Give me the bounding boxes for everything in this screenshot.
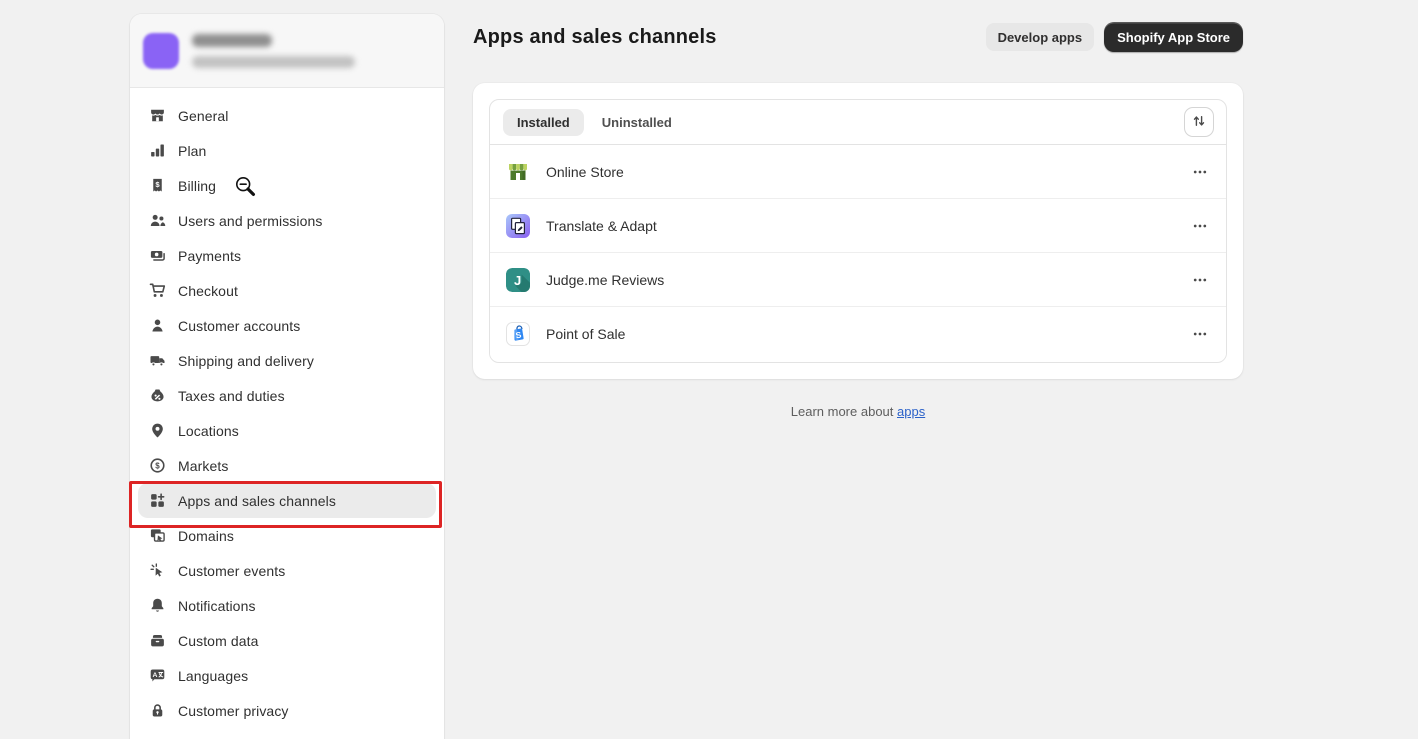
sort-button[interactable] [1184,107,1214,137]
develop-apps-button[interactable]: Develop apps [986,23,1095,51]
store-meta [192,34,355,68]
shipping-truck-icon [149,352,166,369]
app-menu-button[interactable] [1190,268,1210,292]
learn-more-label: Learn more about [791,404,894,419]
sidebar-item-checkout[interactable]: Checkout [138,273,436,308]
learn-more-text: Learn more about apps [473,404,1243,419]
store-name-redacted [192,34,272,47]
sidebar-item-languages[interactable]: A Languages [138,658,436,693]
point-of-sale-icon: S [506,322,530,346]
app-row-online-store: Online Store [490,145,1226,199]
svg-text:$: $ [155,461,160,470]
sidebar-item-apps-and-sales-channels[interactable]: Apps and sales channels [138,483,436,518]
taxes-percent-icon [149,387,166,404]
sidebar-item-domains[interactable]: Domains [138,518,436,553]
location-pin-icon [149,422,166,439]
sidebar-item-users-and-permissions[interactable]: Users and permissions [138,203,436,238]
apps-list: Online Store Translate & Adapt J Ju [490,145,1226,361]
customer-person-icon [149,317,166,334]
app-menu-button[interactable] [1190,214,1210,238]
payments-card-icon [149,247,166,264]
header-actions: Develop apps Shopify App Store [986,22,1243,52]
tab-uninstalled[interactable]: Uninstalled [588,109,686,136]
app-row-judge-me-reviews: J Judge.me Reviews [490,253,1226,307]
sidebar-item-billing[interactable]: $ Billing [138,168,436,203]
sidebar-item-custom-data[interactable]: Custom data [138,623,436,658]
sidebar-item-shipping-and-delivery[interactable]: Shipping and delivery [138,343,436,378]
tabs-row: Installed Uninstalled [490,100,1226,145]
privacy-lock-icon [149,702,166,719]
translate-adapt-icon [506,214,530,238]
notification-bell-icon [149,597,166,614]
plan-chart-icon [149,142,166,159]
sidebar-item-payments[interactable]: Payments [138,238,436,273]
apps-grid-icon [149,492,166,509]
apps-card: Installed Uninstalled Online Store [473,83,1243,379]
app-row-point-of-sale: S Point of Sale [490,307,1226,361]
online-store-icon [506,160,530,184]
sidebar-item-plan[interactable]: Plan [138,133,436,168]
shopify-settings-page: General Plan $ Billing Users and permiss… [0,0,1418,739]
sidebar-item-notifications[interactable]: Notifications [138,588,436,623]
svg-text:A: A [152,672,157,679]
store-avatar [143,33,179,69]
checkout-cart-icon [149,282,166,299]
app-row-translate-adapt: Translate & Adapt [490,199,1226,253]
sidebar-item-taxes-and-duties[interactable]: Taxes and duties [138,378,436,413]
store-header[interactable] [130,14,444,88]
markets-globe-icon: $ [149,457,166,474]
main-header: Apps and sales channels Develop apps Sho… [473,22,1243,52]
sidebar-item-customer-accounts[interactable]: Customer accounts [138,308,436,343]
sort-arrows-icon [1191,113,1207,132]
store-icon [149,107,166,124]
languages-translate-icon: A [149,667,166,684]
settings-nav: General Plan $ Billing Users and permiss… [130,88,444,738]
svg-text:J: J [514,273,521,288]
page-title: Apps and sales channels [473,26,717,49]
cursor-events-icon [149,562,166,579]
domains-window-icon [149,527,166,544]
apps-link[interactable]: apps [897,404,925,419]
users-icon [149,212,166,229]
sidebar-item-markets[interactable]: $ Markets [138,448,436,483]
sidebar-item-locations[interactable]: Locations [138,413,436,448]
judgeme-icon: J [506,268,530,292]
custom-data-box-icon [149,632,166,649]
sidebar-item-customer-events[interactable]: Customer events [138,553,436,588]
tab-installed[interactable]: Installed [503,109,584,136]
app-menu-button[interactable] [1190,322,1210,346]
sidebar-item-general[interactable]: General [138,98,436,133]
billing-receipt-icon: $ [149,177,166,194]
shopify-app-store-button[interactable]: Shopify App Store [1104,22,1243,52]
sidebar-item-customer-privacy[interactable]: Customer privacy [138,693,436,728]
apps-list-box: Installed Uninstalled Online Store [489,99,1227,363]
settings-sidebar: General Plan $ Billing Users and permiss… [130,14,444,739]
app-menu-button[interactable] [1190,160,1210,184]
store-domain-redacted [192,56,355,68]
